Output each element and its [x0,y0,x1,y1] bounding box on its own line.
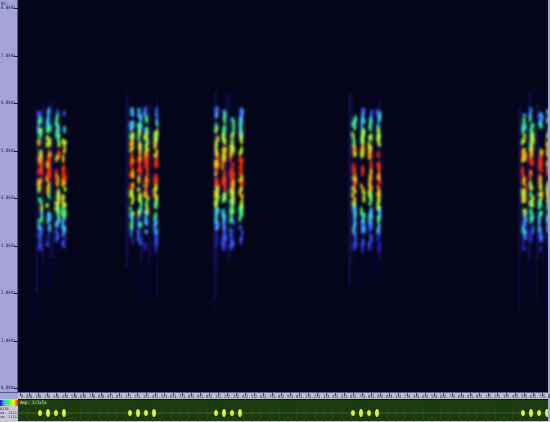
axis-corner-box [0,392,18,399]
spectrogram-background [18,0,548,392]
spectrogram-display[interactable] [18,0,548,392]
waveform-side-label-2: sm. 11111 [0,415,19,419]
color-scale-icon [0,400,18,406]
spectrogram-canvas[interactable] [18,0,548,392]
waveform-panel[interactable]: Amp: 1/1x5x [18,399,548,421]
waveform-canvas[interactable] [18,400,548,422]
time-ruler[interactable]: 0.0s0.1s0.2s0.3s0.4s0.5s0.6s0.7s0.8s0.9s… [18,392,548,399]
frequency-axis: Hz: ... 8.0kHz7.0kHz6.0kHz5.0kHz4.0kHz3.… [0,0,18,392]
spectrogram-viewer-window: Hz: ... 8.0kHz7.0kHz6.0kHz5.0kHz4.0kHz3.… [0,0,550,421]
